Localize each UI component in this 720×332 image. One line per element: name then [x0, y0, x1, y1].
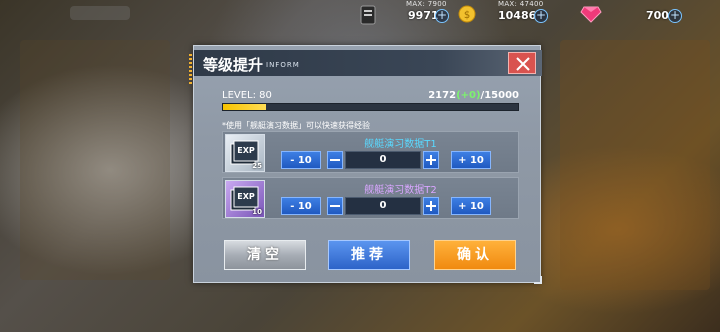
corner-decoration: [534, 276, 542, 284]
hint-text: *使用「舰艇演习数据」可以快速获得经验: [222, 121, 370, 130]
resource-gold-value: 10486: [498, 9, 537, 22]
gold-coin-icon: $: [458, 5, 476, 23]
plus-10-button-t2[interactable]: + 10: [451, 197, 491, 215]
exp-max: /15000: [480, 90, 519, 101]
plus-icon: [426, 155, 436, 165]
svg-text:$: $: [464, 10, 470, 21]
item-name-t2: 舰艇演习数据T2: [364, 185, 437, 196]
minus-icon: [330, 205, 340, 207]
dialog-title: 等级提升: [203, 56, 264, 74]
decorative-dots: [189, 54, 192, 84]
level-up-dialog: 等级提升 INFORM LEVEL: 80 2172(+0)/15000 *使用…: [189, 45, 542, 284]
background-panel-right: [560, 40, 710, 290]
exp-progress-fill: [223, 104, 266, 110]
item-count-t2: 10: [252, 208, 262, 216]
gem-icon: [580, 6, 602, 23]
item-row-t1: EXP 25 舰艇演习数据T1 - 10 0 + 10: [222, 131, 519, 173]
minus-10-button-t1[interactable]: - 10: [281, 151, 321, 169]
background-top-label: [70, 6, 130, 20]
quantity-field-t1[interactable]: 0: [345, 151, 421, 169]
quantity-field-t2[interactable]: 0: [345, 197, 421, 215]
exp-gain: (+0): [456, 90, 481, 101]
confirm-button[interactable]: 确认: [434, 240, 516, 270]
resource-gem-value: 700: [646, 9, 669, 22]
recommend-button[interactable]: 推荐: [328, 240, 410, 270]
resource-oil: MAX: 7900 9971 +: [360, 0, 456, 30]
item-row-t2: EXP 10 舰艇演习数据T2 - 10 0 + 10: [222, 177, 519, 219]
minus-10-button-t2[interactable]: - 10: [281, 197, 321, 215]
exp-progress-bar: [222, 103, 519, 111]
resource-gold-add-button[interactable]: +: [534, 9, 548, 23]
resource-gem-add-button[interactable]: +: [668, 9, 682, 23]
resource-oil-max: MAX: 7900: [406, 0, 447, 8]
resource-gold-max: MAX: 47400: [498, 0, 544, 8]
plus-icon: [426, 201, 436, 211]
item-count-t1: 25: [252, 162, 262, 170]
dialog-subtitle: INFORM: [266, 61, 300, 69]
resource-gold: $ MAX: 47400 10486 +: [458, 0, 554, 30]
resource-oil-add-button[interactable]: +: [435, 9, 449, 23]
clear-button[interactable]: 清空: [224, 240, 306, 270]
minus-icon: [330, 159, 340, 161]
plus-10-button-t1[interactable]: + 10: [451, 151, 491, 169]
plus-button-t2[interactable]: [423, 197, 439, 215]
level-label: LEVEL: 80: [222, 90, 272, 101]
plus-button-t1[interactable]: [423, 151, 439, 169]
minus-button-t1[interactable]: [327, 151, 343, 169]
item-name-t1: 舰艇演习数据T1: [364, 139, 437, 150]
close-icon: [516, 57, 530, 71]
minus-button-t2[interactable]: [327, 197, 343, 215]
exp-text: 2172(+0)/15000: [428, 90, 519, 101]
close-button[interactable]: [508, 52, 536, 74]
resource-bar: MAX: 7900 9971 + $ MAX: 47400 10486 + 70…: [360, 0, 720, 30]
document-icon: [360, 5, 376, 25]
background-panel-left: [20, 40, 170, 280]
resource-gem: 700 +: [580, 0, 690, 30]
exp-current: 2172: [428, 90, 457, 101]
dialog-titlebar: 等级提升 INFORM: [194, 50, 542, 76]
